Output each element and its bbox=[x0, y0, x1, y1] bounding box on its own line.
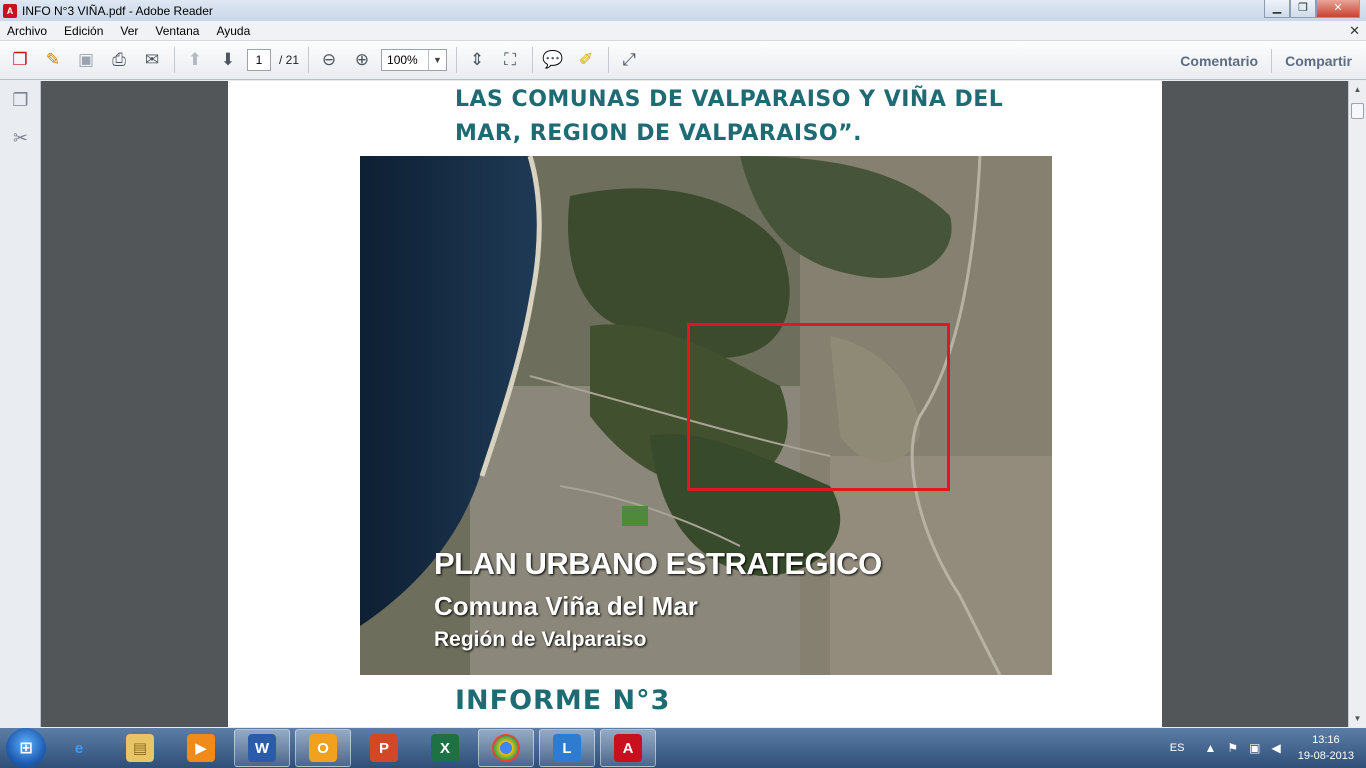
zoom-select[interactable]: 100% ▼ bbox=[381, 49, 448, 71]
maximize-button[interactable]: ❐ bbox=[1290, 0, 1316, 18]
attachments-paperclip-icon[interactable]: ✂ bbox=[0, 119, 41, 157]
action-center-flag-icon[interactable]: ⚑ bbox=[1227, 741, 1238, 755]
vertical-scrollbar[interactable]: ▲ ▼ bbox=[1348, 81, 1366, 727]
close-button[interactable]: ✕ bbox=[1316, 0, 1360, 18]
menu-ventana[interactable]: Ventana bbox=[155, 24, 199, 38]
adobe-reader-icon: A bbox=[3, 3, 17, 18]
menu-ayuda[interactable]: Ayuda bbox=[216, 24, 250, 38]
chrome-icon bbox=[492, 734, 520, 762]
window-title: INFO N°3 VIÑA.pdf - Adobe Reader bbox=[22, 3, 213, 18]
clock-date: 19-08-2013 bbox=[1297, 750, 1354, 762]
scroll-up-arrow-icon[interactable]: ▲ bbox=[1349, 81, 1366, 98]
pdf-page: LAS COMUNAS DE VALPARAISO Y VIÑA DEL MAR… bbox=[228, 81, 1162, 727]
next-page-icon[interactable]: ⬇ bbox=[215, 47, 241, 73]
page-total: / 21 bbox=[279, 53, 300, 67]
heading-line-1: LAS COMUNAS DE VALPARAISO Y VIÑA DEL bbox=[455, 87, 1004, 112]
menu-bar: Archivo Edición Ver Ventana Ayuda ✕ bbox=[0, 21, 1366, 41]
fit-width-icon[interactable]: ⛶ bbox=[497, 47, 523, 73]
compartir-button[interactable]: Compartir bbox=[1285, 53, 1352, 69]
toolbar-separator bbox=[608, 47, 610, 73]
adobe-reader-taskbar-icon: A bbox=[614, 734, 642, 762]
menu-edicion[interactable]: Edición bbox=[64, 24, 103, 38]
fit-page-icon[interactable]: ⇕ bbox=[464, 47, 490, 73]
taskbar-outlook[interactable]: O bbox=[295, 729, 351, 767]
toolbar: ❐ ✎ ▣ ⎙ ✉ ⬆ ⬇ 1 / 21 ⊖ ⊕ 100% ▼ ⇕ ⛶ 💬 ✐ … bbox=[0, 41, 1366, 80]
taskbar-chrome[interactable] bbox=[478, 729, 534, 767]
taskbar-media-player[interactable]: ▶ bbox=[173, 729, 229, 767]
page-number-input[interactable]: 1 bbox=[247, 49, 271, 71]
taskbar-explorer[interactable]: ▤ bbox=[112, 729, 168, 767]
email-icon[interactable]: ✉ bbox=[139, 47, 165, 73]
scroll-thumb[interactable] bbox=[1351, 103, 1364, 119]
save-icon[interactable]: ▣ bbox=[73, 47, 99, 73]
comentario-button[interactable]: Comentario bbox=[1180, 53, 1258, 69]
report-number-heading: INFORME N°3 bbox=[455, 685, 671, 716]
minimize-button[interactable]: ▁ bbox=[1264, 0, 1290, 18]
previous-page-icon[interactable]: ⬆ bbox=[182, 47, 208, 73]
taskbar-powerpoint[interactable]: P bbox=[356, 729, 412, 767]
toolbar-separator bbox=[308, 47, 310, 73]
fullscreen-icon[interactable]: ⤢ bbox=[616, 47, 642, 73]
clock[interactable]: 13:16 19-08-2013 bbox=[1298, 732, 1354, 764]
toolbar-separator bbox=[174, 47, 175, 73]
internet-explorer-icon: e bbox=[74, 739, 84, 757]
lync-icon: L bbox=[553, 734, 581, 762]
menu-ver[interactable]: Ver bbox=[120, 24, 138, 38]
map-subtitle: Comuna Viña del Mar bbox=[434, 591, 698, 621]
page-thumbnails-icon[interactable]: ❐ bbox=[0, 81, 41, 119]
media-player-icon: ▶ bbox=[187, 734, 215, 762]
show-hidden-icons-icon[interactable]: ▲ bbox=[1204, 741, 1216, 755]
toolbar-separator bbox=[456, 47, 458, 73]
link-separator bbox=[1271, 48, 1273, 73]
edit-document-icon[interactable]: ✎ bbox=[40, 47, 66, 73]
document-heading: LAS COMUNAS DE VALPARAISO Y VIÑA DEL MAR… bbox=[455, 83, 1075, 151]
satellite-map-image: PLAN URBANO ESTRATEGICO Comuna Viña del … bbox=[360, 156, 1052, 675]
close-document-icon[interactable]: ✕ bbox=[1349, 23, 1360, 39]
zoom-value: 100% bbox=[387, 53, 418, 67]
network-icon[interactable]: ▣ bbox=[1249, 741, 1260, 755]
toolbar-separator bbox=[532, 47, 534, 73]
map-title: PLAN URBANO ESTRATEGICO bbox=[434, 546, 882, 581]
navigation-sidebar: ❐ ✂ bbox=[0, 81, 41, 727]
taskbar-lync[interactable]: L bbox=[539, 729, 595, 767]
language-indicator[interactable]: ES bbox=[1170, 742, 1185, 754]
highlight-icon[interactable]: ✐ bbox=[573, 47, 599, 73]
windows-taskbar: ⊞ e ▤ ▶ W O P X L A ES ▲ ⚑ ▣ ◀ 13:16 19-… bbox=[0, 728, 1366, 768]
highlight-rectangle bbox=[687, 323, 950, 491]
start-button[interactable]: ⊞ bbox=[6, 728, 46, 768]
map-region: Región de Valparaiso bbox=[434, 628, 647, 651]
folder-icon: ▤ bbox=[126, 734, 154, 762]
outlook-icon: O bbox=[309, 734, 337, 762]
powerpoint-icon: P bbox=[370, 734, 398, 762]
document-area[interactable]: LAS COMUNAS DE VALPARAISO Y VIÑA DEL MAR… bbox=[41, 81, 1348, 727]
scroll-down-arrow-icon[interactable]: ▼ bbox=[1349, 710, 1366, 727]
taskbar-word[interactable]: W bbox=[234, 729, 290, 767]
create-pdf-icon[interactable]: ❐ bbox=[7, 47, 33, 73]
print-icon[interactable]: ⎙ bbox=[106, 47, 132, 73]
taskbar-adobe-reader[interactable]: A bbox=[600, 729, 656, 767]
zoom-out-icon[interactable]: ⊖ bbox=[316, 47, 342, 73]
zoom-in-icon[interactable]: ⊕ bbox=[349, 47, 375, 73]
menu-archivo[interactable]: Archivo bbox=[7, 24, 47, 38]
excel-icon: X bbox=[431, 734, 459, 762]
right-links: Comentario Compartir bbox=[1180, 41, 1352, 80]
taskbar-internet-explorer[interactable]: e bbox=[51, 729, 107, 767]
heading-line-2: MAR, REGION DE VALPARAISO”. bbox=[455, 121, 862, 146]
window-controls: ▁ ❐ ✕ bbox=[1264, 0, 1360, 18]
chevron-down-icon[interactable]: ▼ bbox=[428, 50, 446, 70]
comment-icon[interactable]: 💬 bbox=[540, 47, 566, 73]
volume-icon[interactable]: ◀ bbox=[1271, 741, 1280, 755]
title-bar: A INFO N°3 VIÑA.pdf - Adobe Reader ▁ ❐ ✕ bbox=[0, 0, 1366, 21]
system-tray: ES ▲ ⚑ ▣ ◀ 13:16 19-08-2013 bbox=[1170, 728, 1354, 768]
clock-time: 13:16 bbox=[1312, 734, 1340, 746]
taskbar-excel[interactable]: X bbox=[417, 729, 473, 767]
word-icon: W bbox=[248, 734, 276, 762]
